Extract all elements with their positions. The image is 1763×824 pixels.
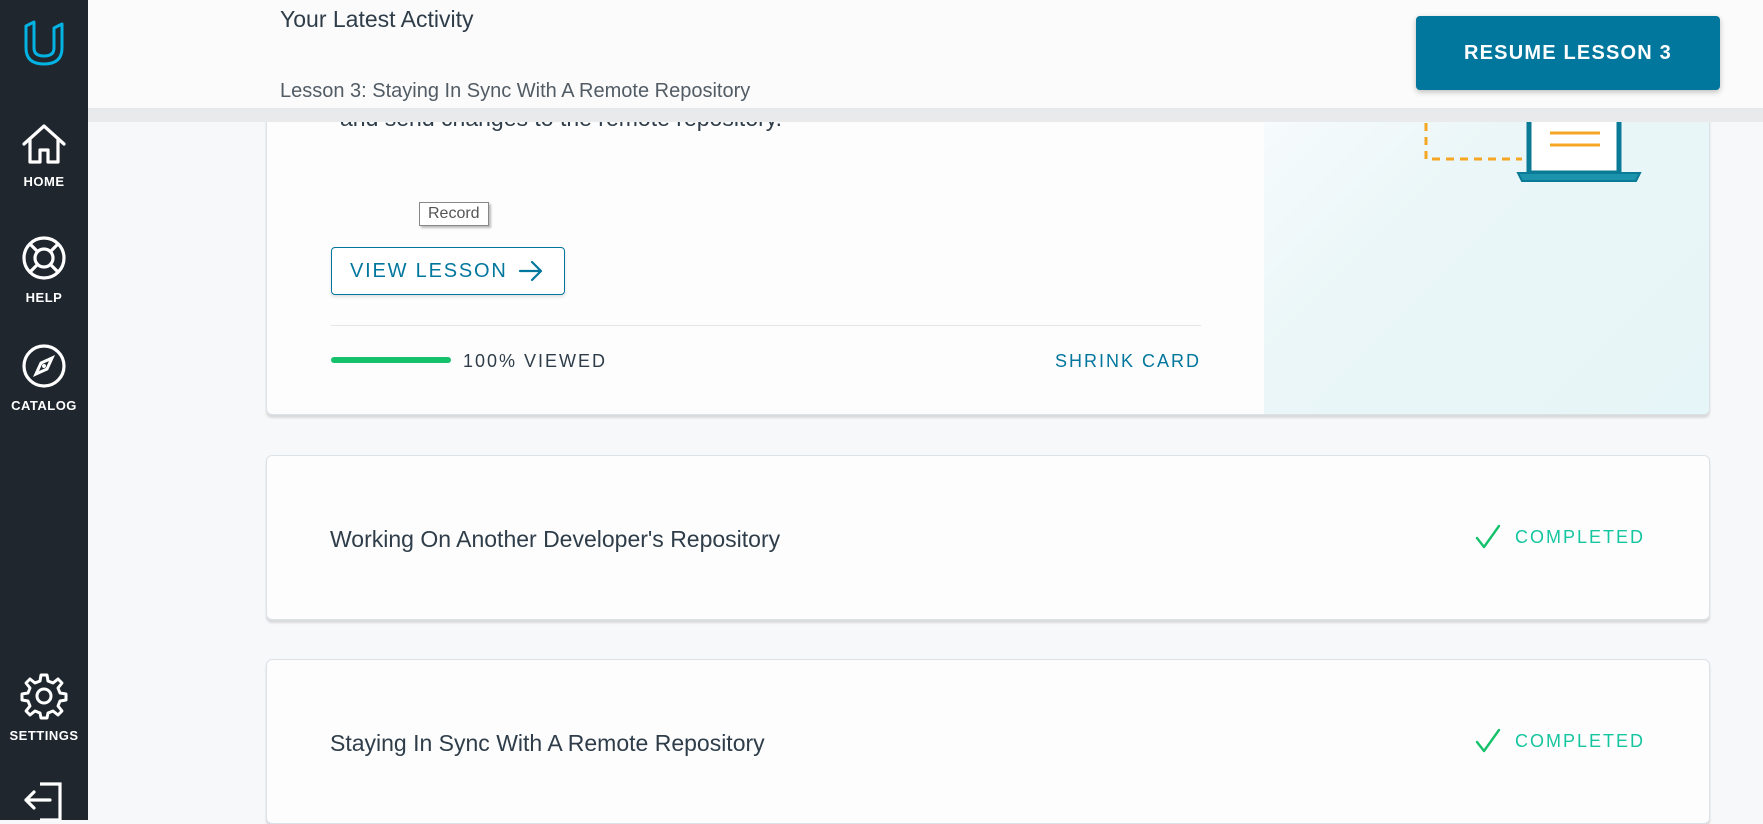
- viewed-status: 100% VIEWED: [463, 351, 608, 371]
- shrink-card-link[interactable]: SHRINK CARD: [1055, 351, 1201, 372]
- sidebar-item-home[interactable]: HOME: [0, 122, 88, 189]
- completed-status: COMPLETED: [1475, 728, 1645, 754]
- sidebar-item-label: HELP: [25, 290, 63, 305]
- arrow-right-icon: [518, 260, 543, 282]
- udacity-logo-icon[interactable]: [20, 18, 68, 70]
- lesson-title: Working On Another Developer's Repositor…: [330, 526, 781, 552]
- checkmark-icon: [1475, 524, 1501, 549]
- progress-fill: [331, 357, 451, 363]
- gear-icon: [20, 673, 68, 720]
- view-lesson-button[interactable]: VIEW LESSON: [331, 247, 565, 295]
- home-icon: [22, 124, 66, 164]
- sidebar-item-label: CATALOG: [11, 398, 77, 413]
- completed-status: COMPLETED: [1475, 524, 1645, 550]
- status-label: COMPLETED: [1514, 730, 1645, 751]
- progress-bar: [331, 357, 451, 363]
- activity-bar-shadow: [88, 108, 1763, 122]
- latest-lesson-subtitle[interactable]: Lesson 3: Staying In Sync With A Remote …: [280, 80, 750, 103]
- compass-icon: [22, 344, 66, 388]
- sidebar-item-label: HOME: [23, 174, 65, 189]
- view-lesson-label: VIEW LESSON: [350, 259, 508, 282]
- sidebar-item-label: SETTINGS: [9, 728, 79, 743]
- card-divider: [331, 325, 1201, 326]
- resume-lesson-button[interactable]: RESUME LESSON 3: [1416, 16, 1720, 90]
- page-title: Your Latest Activity: [280, 6, 474, 32]
- sidebar: HOME HELP CATALOG SETTINGS: [0, 0, 88, 820]
- sidebar-item-catalog[interactable]: CATALOG: [0, 342, 88, 413]
- lesson-card[interactable]: Working On Another Developer's Repositor…: [266, 455, 1710, 620]
- lifebuoy-icon: [22, 236, 66, 280]
- lesson-title: Staying In Sync With A Remote Repository: [330, 730, 765, 756]
- checkmark-icon: [1475, 728, 1501, 753]
- lesson-card[interactable]: Staying In Sync With A Remote Repository…: [266, 659, 1710, 824]
- logout-icon: [24, 782, 62, 820]
- sidebar-item-help[interactable]: HELP: [0, 234, 88, 305]
- record-tooltip: Record: [419, 202, 489, 226]
- sidebar-item-logout[interactable]: [0, 780, 88, 820]
- status-label: COMPLETED: [1514, 526, 1645, 547]
- sidebar-item-settings[interactable]: SETTINGS: [0, 672, 88, 743]
